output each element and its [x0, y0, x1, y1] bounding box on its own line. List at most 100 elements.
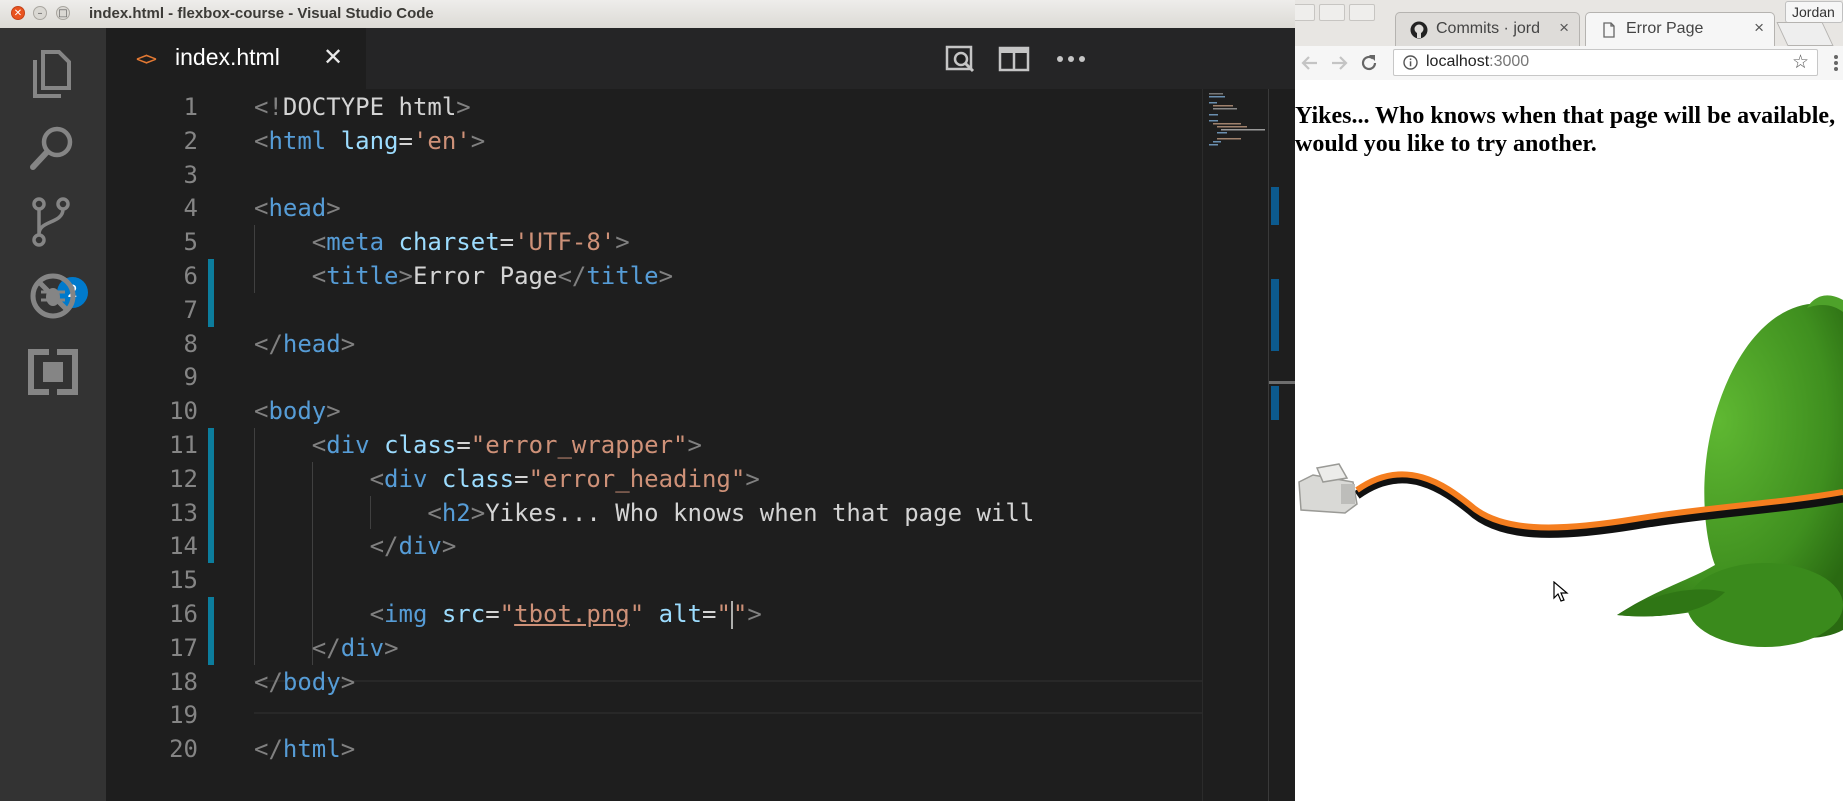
- browser-tab-strip: Jordan Commits · jord × Error Page ×: [1295, 0, 1843, 46]
- code-line[interactable]: 7: [106, 292, 1202, 327]
- code-editor[interactable]: 1 <!DOCTYPE html> 2 <html lang='en'> 3 4 <head…: [106, 89, 1202, 801]
- git-modified-marker: [208, 529, 214, 564]
- code-line[interactable]: 12 <div class="error_heading">: [106, 461, 1202, 496]
- git-modified-marker: [208, 495, 214, 530]
- window-maximize-button[interactable]: [1349, 4, 1375, 21]
- browser-tab-commits[interactable]: Commits · jord ×: [1395, 12, 1580, 46]
- reload-icon[interactable]: [1358, 52, 1380, 74]
- tab-close-icon[interactable]: ✕: [323, 43, 343, 71]
- vscode-titlebar: ✕ – □ index.html - flexbox-course - Visu…: [0, 0, 1295, 29]
- code-line[interactable]: 3: [106, 158, 1202, 192]
- tab-label: index.html: [175, 44, 280, 70]
- search-icon[interactable]: [25, 120, 81, 176]
- split-editor-icon[interactable]: [997, 44, 1031, 74]
- git-modified-marker: [208, 630, 214, 665]
- open-preview-icon[interactable]: [944, 44, 978, 74]
- plug-shape: [1298, 463, 1358, 514]
- info-icon[interactable]: [1403, 55, 1418, 70]
- debug-icon[interactable]: [25, 268, 81, 324]
- code-token-tag: h2: [441, 498, 471, 527]
- tab-index-html[interactable]: <> index.html ✕: [106, 28, 366, 89]
- code-line[interactable]: 20 </html>: [106, 732, 1202, 766]
- code-token-p: >: [340, 329, 356, 358]
- code-text: <div class="error_wrapper">: [254, 428, 702, 462]
- code-token-p: >: [326, 194, 341, 223]
- code-token-p: <: [369, 600, 385, 628]
- code-token-p: </: [254, 329, 283, 358]
- back-icon[interactable]: [1299, 52, 1321, 74]
- code-token-p: </: [557, 262, 587, 290]
- code-line[interactable]: 2 <html lang='en'>: [106, 124, 1202, 158]
- code-text: <div class="error_heading">: [254, 462, 760, 496]
- code-line[interactable]: 4 <head>: [106, 191, 1202, 225]
- code-token-p: <!: [254, 93, 283, 121]
- git-modified-marker: [208, 597, 214, 631]
- code-token-p: >: [687, 431, 702, 459]
- profile-button[interactable]: Jordan: [1785, 1, 1843, 23]
- line-number: 13: [169, 498, 198, 527]
- source-control-icon[interactable]: [25, 194, 81, 250]
- editor-scrollbar[interactable]: [1268, 89, 1295, 801]
- code-line[interactable]: 19: [106, 698, 1202, 732]
- code-text: </div>: [254, 529, 457, 563]
- browser-tab-error-page[interactable]: Error Page ×: [1585, 12, 1775, 46]
- code-line[interactable]: 15: [106, 563, 1202, 597]
- editor-tab-bar: <> index.html ✕: [106, 28, 1295, 89]
- code-line[interactable]: 14 </div>: [106, 529, 1202, 564]
- code-line[interactable]: 10 <body>: [106, 394, 1202, 428]
- menu-icon[interactable]: [1825, 52, 1843, 74]
- code-line[interactable]: 13 <h2>Yikes... Who knows when that page…: [106, 495, 1202, 530]
- new-tab-button[interactable]: [1776, 22, 1834, 46]
- code-token-tag: html: [268, 126, 327, 155]
- window-close-button[interactable]: ✕: [11, 6, 25, 20]
- code-token-p: >: [441, 532, 457, 561]
- code-line[interactable]: 16 <img src="tbot.png" alt="">: [106, 597, 1202, 631]
- code-line[interactable]: 9: [106, 360, 1202, 394]
- browser-tab-close-icon[interactable]: ×: [1754, 18, 1764, 38]
- code-line[interactable]: 5 <meta charset='UTF-8'>: [106, 225, 1202, 259]
- code-line[interactable]: 1 <!DOCTYPE html>: [106, 90, 1202, 124]
- code-line[interactable]: 8 </head>: [106, 327, 1202, 361]
- code-token-txt: =: [485, 600, 500, 628]
- code-token-attr: class: [441, 464, 515, 493]
- html-file-icon: <>: [136, 48, 157, 70]
- minimap[interactable]: [1202, 89, 1269, 801]
- window-maximize-button[interactable]: □: [56, 6, 70, 20]
- window-minimize-button[interactable]: –: [33, 6, 47, 20]
- more-actions-icon[interactable]: [1054, 44, 1088, 74]
- code-token-p: <: [311, 431, 327, 459]
- window-minimize-button[interactable]: [1319, 4, 1345, 21]
- code-text: <meta charset='UTF-8'>: [254, 225, 630, 259]
- code-line[interactable]: 11 <div class="error_wrapper">: [106, 428, 1202, 462]
- code-line[interactable]: 18 </body>: [106, 665, 1202, 699]
- line-number: 10: [169, 397, 198, 426]
- code-text: <body>: [254, 394, 341, 428]
- window-control[interactable]: [1295, 4, 1315, 21]
- code-token-str: "error_heading": [528, 464, 746, 493]
- forward-icon[interactable]: [1328, 52, 1350, 74]
- browser-tab-close-icon[interactable]: ×: [1559, 18, 1569, 38]
- code-line[interactable]: 17 </div>: [106, 630, 1202, 665]
- browser-tab-label: Error Page: [1626, 20, 1704, 37]
- code-token-attr: charset: [398, 228, 500, 257]
- explorer-icon[interactable]: [25, 44, 81, 100]
- code-line[interactable]: 6 <title>Error Page</title>: [106, 259, 1202, 293]
- address-bar[interactable]: localhost:3000 ☆: [1393, 49, 1818, 76]
- bookmark-star-icon[interactable]: ☆: [1792, 51, 1809, 73]
- git-modified-marker: [208, 461, 214, 496]
- scrollbar-change-marker: [1271, 386, 1279, 420]
- browser-window: Jordan Commits · jord × Error Page × loc…: [1295, 0, 1843, 801]
- url-text: localhost:3000: [1426, 53, 1530, 70]
- code-token-tag: img: [384, 600, 428, 628]
- code-token-tag: head: [282, 329, 341, 358]
- extensions-icon[interactable]: [25, 344, 81, 400]
- git-modified-marker: [208, 292, 214, 327]
- code-token-txt: Yikes... Who knows when that page will: [485, 498, 1035, 527]
- code-token-p: </: [369, 532, 399, 561]
- page-icon: [1603, 22, 1615, 38]
- browser-toolbar: localhost:3000 ☆: [1295, 46, 1843, 81]
